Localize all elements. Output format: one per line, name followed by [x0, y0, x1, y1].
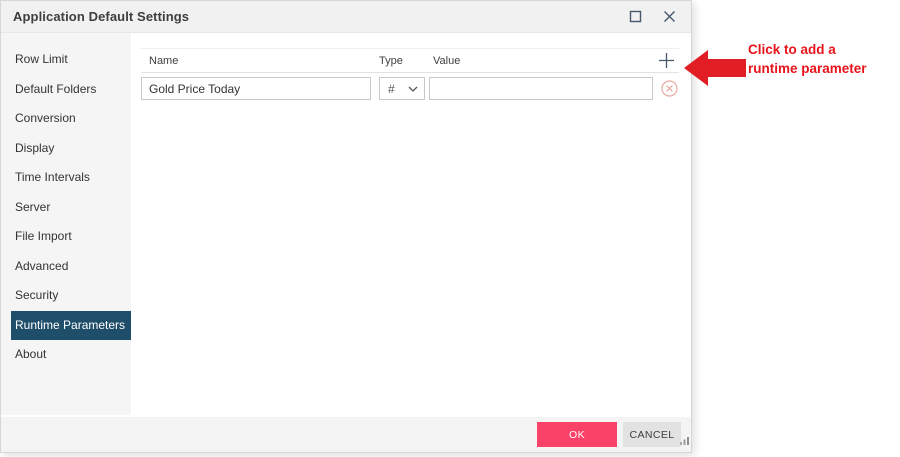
delete-circle-x-icon	[660, 80, 678, 97]
parameter-name-input[interactable]	[141, 77, 371, 100]
maximize-icon[interactable]	[625, 7, 645, 27]
delete-parameter-button[interactable]	[659, 79, 679, 99]
close-icon[interactable]	[659, 7, 679, 27]
sidebar-item-display[interactable]: Display	[11, 134, 131, 164]
parameter-type-dropdown[interactable]: #	[379, 77, 425, 100]
red-arrow-left-icon	[684, 50, 746, 86]
sidebar-item-file-import[interactable]: File Import	[11, 222, 131, 252]
sidebar-item-conversion[interactable]: Conversion	[11, 104, 131, 134]
application-default-settings-dialog: Application Default Settings Row Limit D…	[0, 0, 692, 453]
resize-grip[interactable]	[680, 432, 689, 450]
dialog-title: Application Default Settings	[13, 9, 190, 24]
ok-button[interactable]: OK	[537, 422, 617, 447]
dialog-footer: OK CANCEL	[1, 415, 691, 452]
sidebar-item-about[interactable]: About	[11, 340, 131, 370]
chevron-down-icon	[408, 86, 418, 92]
annotation-text: Click to add a runtime parameter	[748, 40, 867, 78]
cancel-button[interactable]: CANCEL	[623, 422, 681, 447]
runtime-parameters-panel: Name Type Value #	[131, 33, 691, 415]
column-header-value: Value	[433, 54, 461, 67]
sidebar-item-time-intervals[interactable]: Time Intervals	[11, 163, 131, 193]
screen: Application Default Settings Row Limit D…	[0, 0, 900, 457]
plus-icon	[658, 53, 674, 68]
sidebar-item-runtime-parameters[interactable]: Runtime Parameters	[11, 310, 131, 340]
annotation: Click to add a runtime parameter	[684, 40, 900, 100]
annotation-line-2: runtime parameter	[748, 61, 867, 76]
annotation-line-1: Click to add a	[748, 42, 836, 57]
add-parameter-button[interactable]	[653, 49, 679, 73]
sidebar-item-advanced[interactable]: Advanced	[11, 252, 131, 282]
sidebar-item-row-limit[interactable]: Row Limit	[11, 45, 131, 75]
sidebar-item-server[interactable]: Server	[11, 193, 131, 223]
column-header-name: Name	[149, 54, 179, 67]
settings-sidebar: Row Limit Default Folders Conversion Dis…	[1, 33, 131, 415]
sidebar-item-default-folders[interactable]: Default Folders	[11, 75, 131, 105]
dialog-titlebar: Application Default Settings	[1, 1, 691, 33]
parameter-type-value: #	[388, 81, 395, 96]
parameters-table-header: Name Type Value	[141, 48, 679, 73]
sidebar-item-security[interactable]: Security	[11, 281, 131, 311]
parameter-value-input[interactable]	[429, 77, 653, 100]
window-controls	[625, 7, 691, 27]
dialog-body: Row Limit Default Folders Conversion Dis…	[1, 33, 691, 415]
column-header-type: Type	[379, 54, 403, 67]
parameter-row: #	[141, 77, 679, 100]
